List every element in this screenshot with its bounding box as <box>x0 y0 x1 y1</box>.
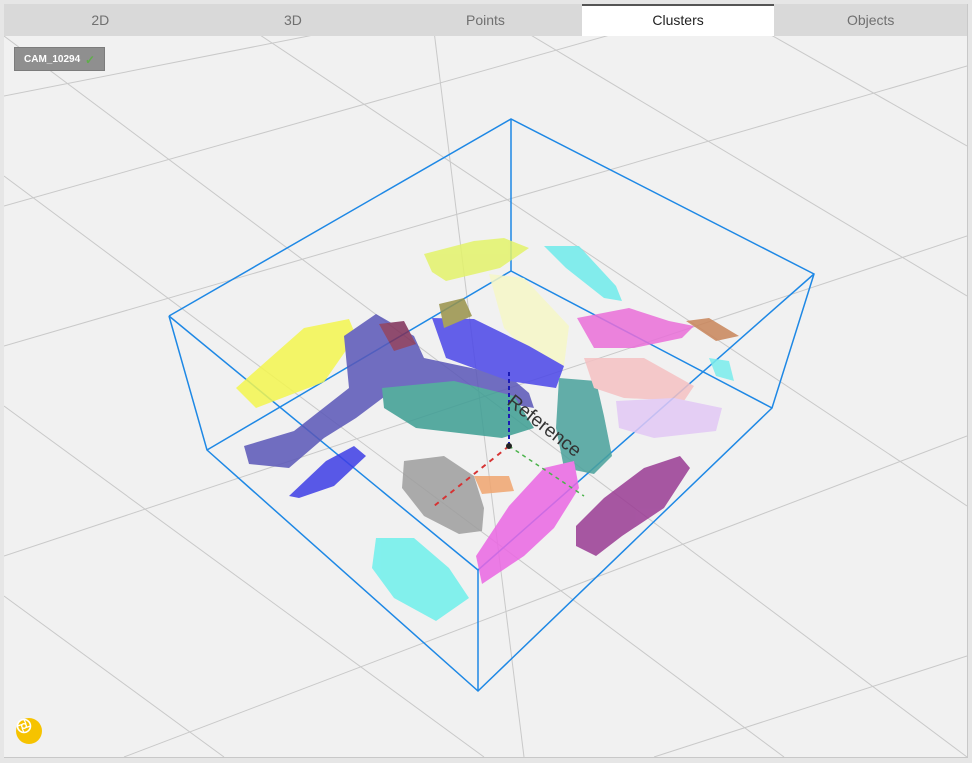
cluster-gray <box>402 456 484 534</box>
tab-clusters[interactable]: Clusters <box>581 4 775 36</box>
cluster-pink <box>577 308 694 348</box>
3d-viewport[interactable]: Reference CAM_10294 ✓ <box>4 36 967 757</box>
cluster-cyan-top <box>544 246 622 301</box>
snapshot-button[interactable] <box>16 718 42 744</box>
aperture-icon <box>16 718 32 734</box>
tab-3d[interactable]: 3D <box>197 4 390 36</box>
camera-badge-label: CAM_10294 <box>24 54 81 65</box>
camera-badge[interactable]: CAM_10294 ✓ <box>14 47 105 71</box>
cluster-lavender <box>616 398 722 438</box>
cluster-light-pink <box>584 358 694 401</box>
tab-points[interactable]: Points <box>389 4 582 36</box>
view-tabbar: 2D 3D Points Clusters Objects <box>4 4 967 36</box>
cluster-teal-right <box>556 378 612 474</box>
cluster-orange <box>474 476 514 494</box>
app-frame: 2D 3D Points Clusters Objects Reference … <box>4 4 968 758</box>
cluster-yellow-green <box>424 238 529 281</box>
point-cloud-scene <box>4 36 967 757</box>
cluster-orange-right <box>686 318 739 341</box>
check-icon: ✓ <box>84 53 95 67</box>
tab-2d[interactable]: 2D <box>4 4 197 36</box>
tab-objects[interactable]: Objects <box>774 4 967 36</box>
cluster-group <box>236 238 739 621</box>
cluster-yellow <box>236 319 356 408</box>
